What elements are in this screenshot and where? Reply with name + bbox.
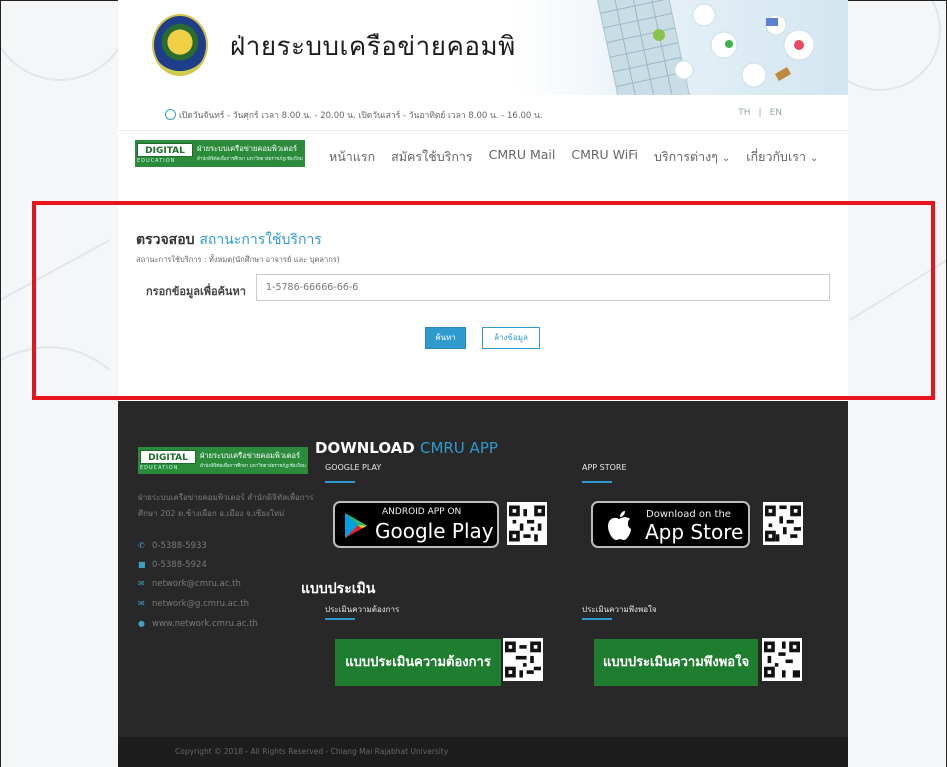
phone-icon: ✆ (138, 541, 145, 550)
nav-item-about-label: เกี่ยวกับเรา (746, 149, 806, 164)
opening-hours-bar: เปิดวันจันทร์ - วันศุกร์ เวลา 8.00 น. - … (118, 106, 848, 128)
app-store-qr-code (763, 502, 803, 545)
contact-phone: ✆ 0-5388-5933 (138, 541, 207, 551)
logo-text: ฝ่ายระบบเครือข่ายคอมพิวเตอร์ (197, 144, 298, 153)
chevron-down-icon: ⌄ (809, 153, 819, 164)
google-badge-caption: ANDROID APP ON (382, 507, 462, 517)
google-play-icon (345, 513, 367, 538)
nav-menu: หน้าแรก สมัครใช้บริการ CMRU Mail CMRU Wi… (329, 147, 834, 167)
fax-icon: ■ (138, 560, 146, 569)
website-link[interactable]: www.network.cmru.ac.th (152, 619, 258, 629)
nav-item-services[interactable]: บริการต่างๆ ⌄ (654, 147, 730, 167)
opening-hours: เปิดวันจันทร์ - วันศุกร์ เวลา 8.00 น. - … (179, 111, 543, 121)
clock-icon (165, 109, 176, 120)
apple-badge-caption: Download on the (646, 509, 731, 520)
heading-underline (325, 618, 355, 620)
lang-separator: | (758, 108, 762, 118)
lang-th[interactable]: TH (738, 108, 750, 118)
footer-logo[interactable]: DIGITAL EDUCATION ฝ่ายระบบเครือข่ายคอมพิ… (138, 447, 308, 474)
satisfaction-survey-qr-code (762, 638, 802, 681)
nav-item-services-label: บริการต่างๆ (654, 149, 718, 164)
fax-number: 0-5388-5924 (152, 560, 207, 570)
apple-badge-title: App Store (645, 520, 744, 544)
need-survey-button[interactable]: แบบประเมินความต้องการ (335, 639, 501, 686)
footer-address: ฝ่ายระบบเครือข่ายคอมพิวเตอร์ สำนักดิจิทั… (138, 493, 314, 518)
eval-satisfaction-heading: ประเมินความพึงพอใจ (582, 605, 657, 614)
header-banner: ฝ่ายระบบเครือข่ายคอมพิวเตอร์ (118, 0, 848, 95)
google-play-badge[interactable]: ANDROID APP ON Google Play (333, 501, 499, 548)
contact-website: ● www.network.cmru.ac.th (138, 619, 258, 629)
nav-item-cmru-mail[interactable]: CMRU Mail (489, 147, 556, 167)
mail-icon: ✉ (138, 579, 145, 588)
nav-item-home[interactable]: หน้าแรก (329, 147, 375, 167)
logo-subtext: สำนักดิจิทัลเพื่อการศึกษา มหาวิทยาลัยราช… (197, 157, 303, 162)
chevron-down-icon: ⌄ (721, 153, 731, 164)
download-title-main: DOWNLOAD (315, 439, 415, 457)
nav-item-register[interactable]: สมัครใช้บริการ (391, 147, 472, 167)
copyright-bar: Copyright © 2018 - All Rights Reserved -… (118, 737, 848, 767)
digital-badge: DIGITAL (137, 143, 193, 157)
apple-icon (608, 511, 631, 540)
download-title: DOWNLOAD CMRU APP (315, 439, 498, 457)
nav-item-cmru-wifi[interactable]: CMRU WiFi (571, 147, 638, 167)
mail-icon: ✉ (138, 599, 145, 608)
contact-fax: ■ 0-5388-5924 (138, 560, 207, 570)
copyright-text: Copyright © 2018 - All Rights Reserved -… (175, 747, 449, 756)
download-title-accent: CMRU APP (419, 439, 498, 457)
banner-illustration (514, 0, 848, 95)
logo-text: ฝ่ายระบบเครือข่ายคอมพิวเตอร์ (200, 451, 301, 460)
digital-badge: DIGITAL (140, 450, 196, 464)
google-play-heading: GOOGLE PLAY (325, 463, 382, 472)
logo-subtext: สำนักดิจิทัลเพื่อการศึกษา มหาวิทยาลัยราช… (200, 464, 306, 469)
lang-en[interactable]: EN (770, 108, 782, 118)
email-1[interactable]: network@cmru.ac.th (152, 579, 241, 589)
eval-need-heading: ประเมินความต้องการ (325, 605, 400, 614)
contact-email-1: ✉ network@cmru.ac.th (138, 579, 241, 589)
highlight-frame (32, 201, 935, 400)
university-logo[interactable] (152, 14, 208, 76)
language-switcher: TH | EN (734, 108, 786, 118)
contact-email-2: ✉ network@g.cmru.ac.th (138, 599, 249, 609)
google-play-qr-code (507, 502, 547, 545)
digital-badge-sub: EDUCATION (137, 158, 176, 164)
nav-item-about[interactable]: เกี่ยวกับเรา ⌄ (746, 147, 818, 167)
main-nav: DIGITAL EDUCATION ฝ่ายระบบเครือข่ายคอมพิ… (118, 130, 848, 178)
heading-underline (582, 481, 612, 483)
evaluation-title: แบบประเมิน (301, 581, 376, 597)
heading-underline (325, 481, 355, 483)
phone-number: 0-5388-5933 (152, 541, 207, 551)
google-badge-title: Google Play (375, 519, 494, 543)
digital-badge-sub: EDUCATION (140, 465, 179, 471)
footer: DIGITAL EDUCATION ฝ่ายระบบเครือข่ายคอมพิ… (118, 401, 848, 737)
app-store-heading: APP STORE (582, 463, 627, 472)
heading-underline (582, 618, 612, 620)
app-store-badge[interactable]: Download on the App Store (591, 501, 750, 548)
digital-education-logo[interactable]: DIGITAL EDUCATION ฝ่ายระบบเครือข่ายคอมพิ… (135, 140, 305, 167)
globe-icon: ● (138, 619, 145, 628)
need-survey-qr-code (503, 638, 543, 681)
email-2[interactable]: network@g.cmru.ac.th (152, 599, 249, 609)
satisfaction-survey-button[interactable]: แบบประเมินความพึงพอใจ (594, 639, 758, 686)
